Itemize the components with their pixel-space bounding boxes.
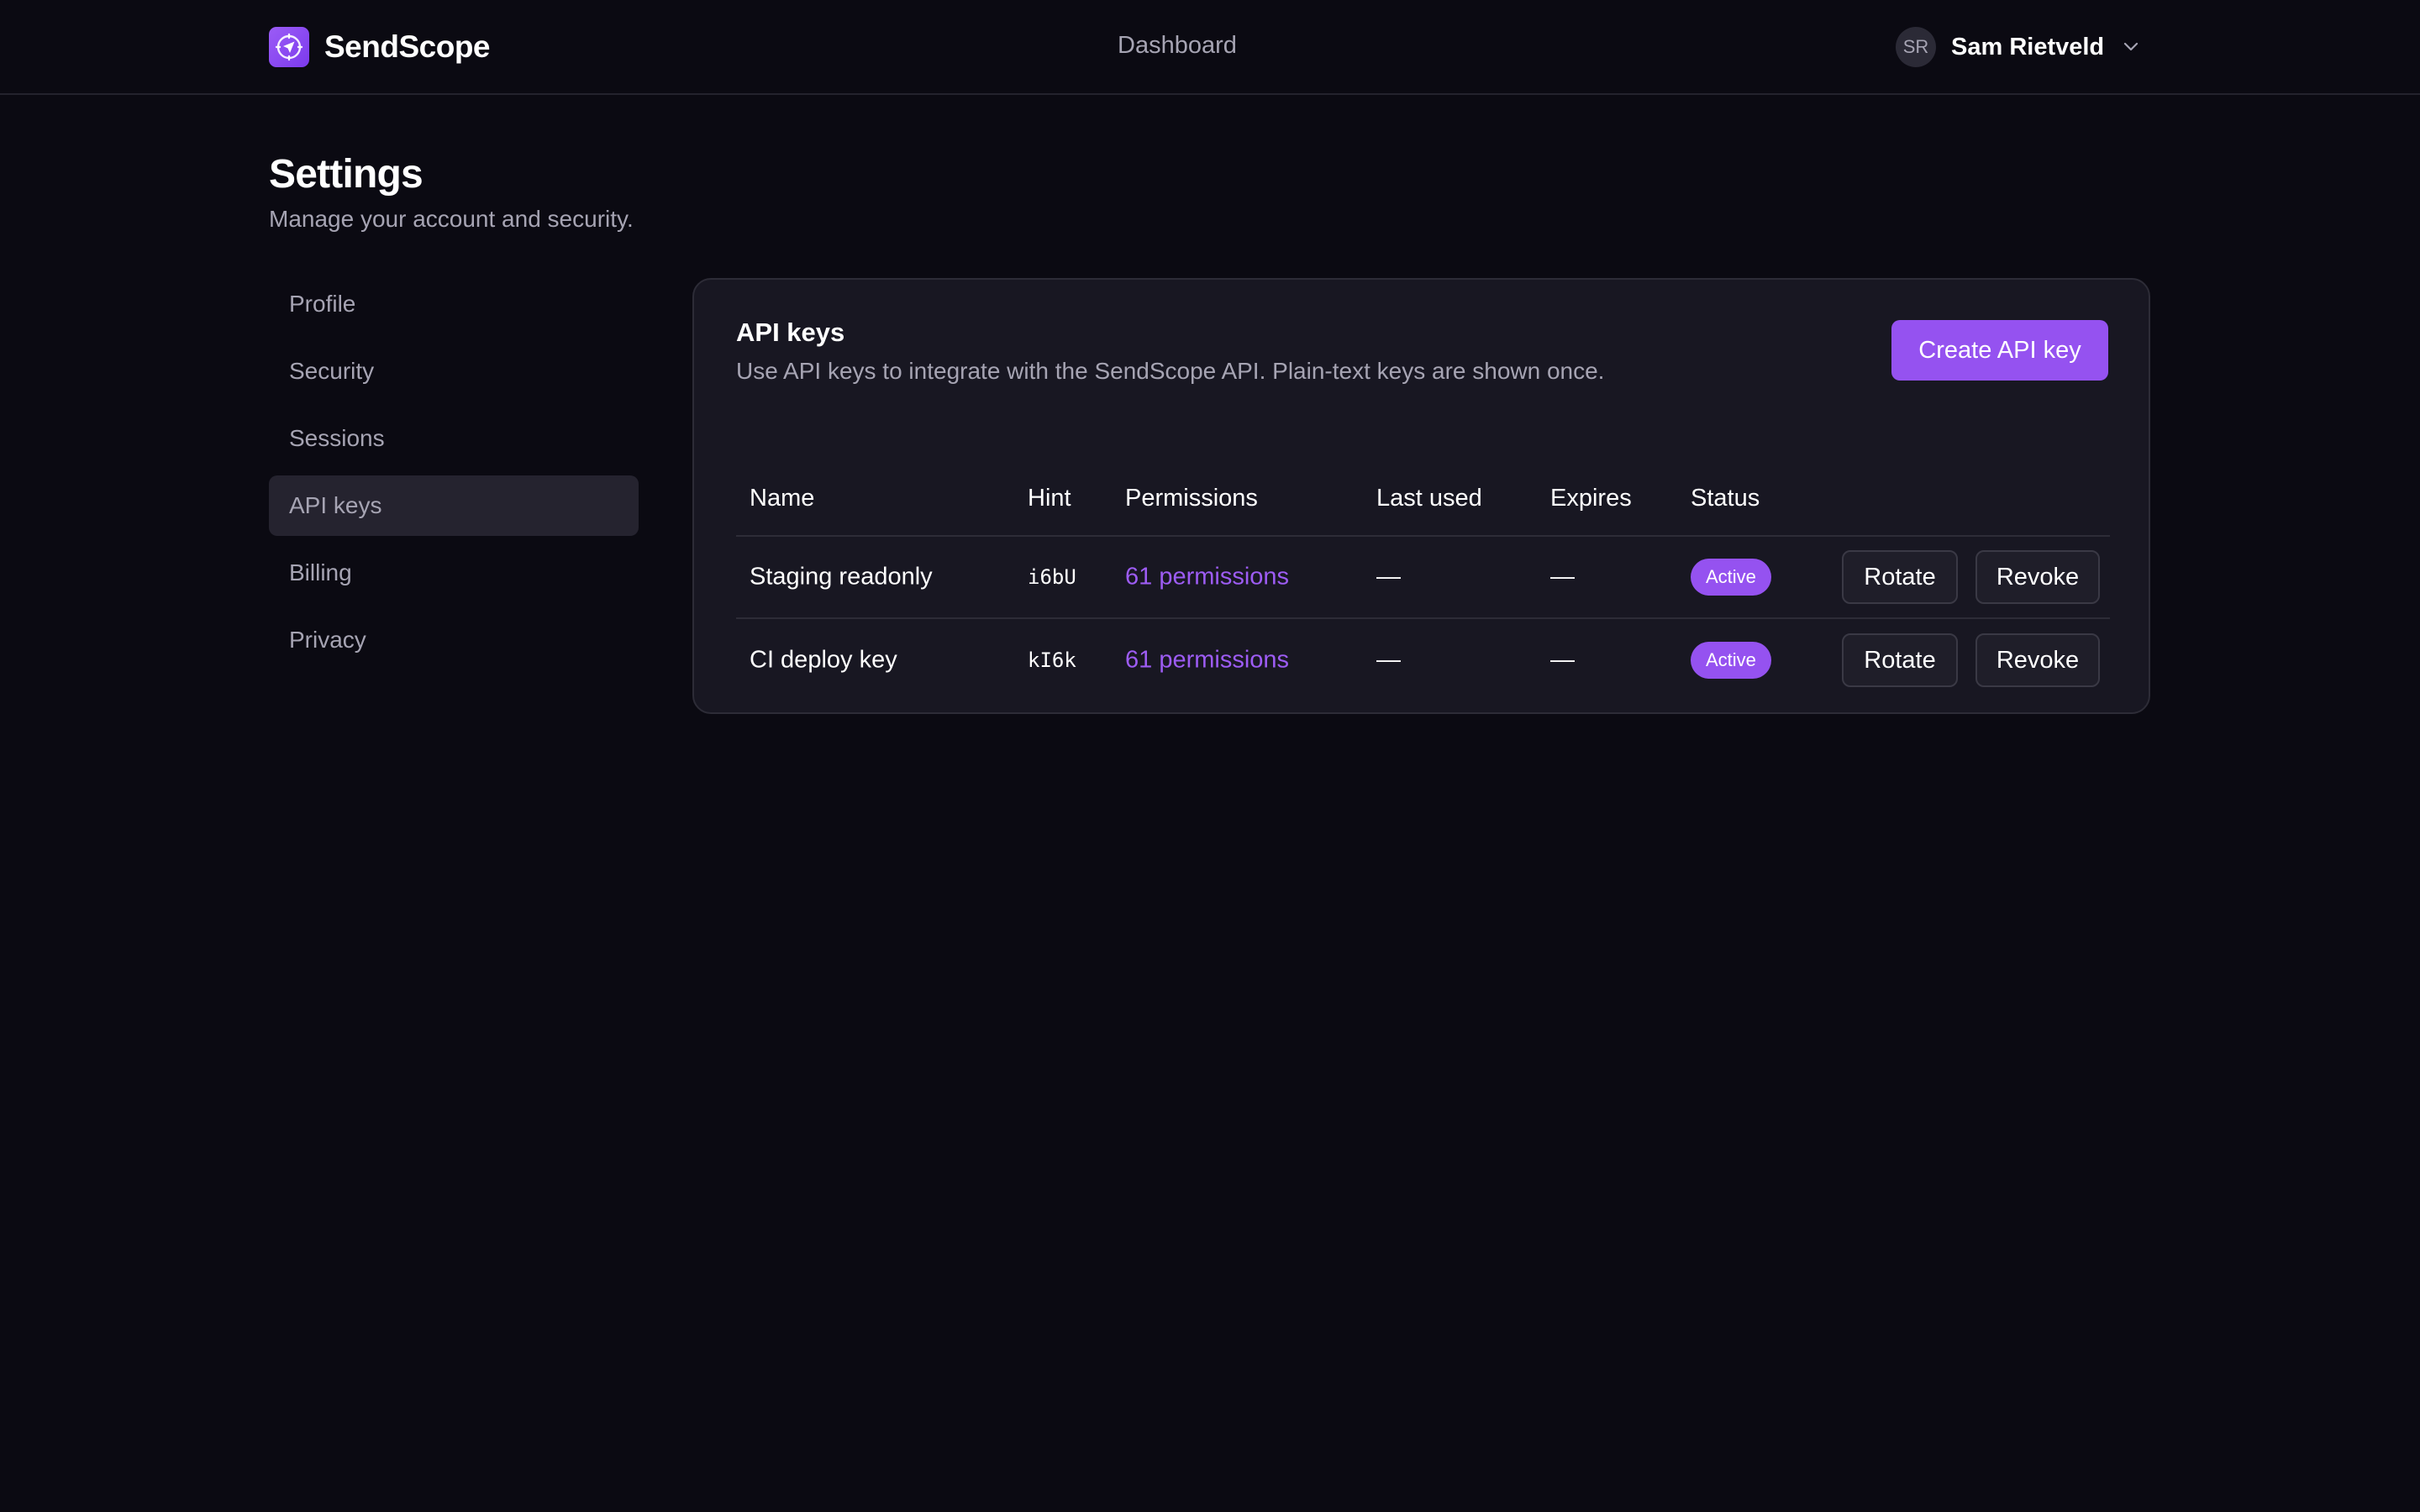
- table-row: Staging readonly i6bU 61 permissions — —…: [736, 537, 2110, 619]
- sidebar-item-api-keys[interactable]: API keys: [269, 475, 639, 536]
- user-menu[interactable]: SR Sam Rietveld: [1896, 27, 2139, 67]
- status-badge: Active: [1691, 642, 1771, 679]
- status-badge: Active: [1691, 559, 1771, 596]
- top-navbar: SendScope Dashboard SR Sam Rietveld: [0, 0, 2420, 95]
- column-header-permissions: Permissions: [1125, 485, 1258, 512]
- last-used-value: —: [1376, 646, 1401, 674]
- permissions-link[interactable]: 61 permissions: [1125, 564, 1289, 591]
- permissions-link[interactable]: 61 permissions: [1125, 647, 1289, 675]
- page-title: Settings: [269, 152, 424, 197]
- expires-value: —: [1550, 646, 1575, 674]
- api-keys-table: Name Hint Permissions Last used Expires …: [736, 456, 2110, 701]
- last-used-value: —: [1376, 563, 1401, 591]
- sidebar-item-profile[interactable]: Profile: [269, 274, 639, 334]
- table-row: CI deploy key kI6k 61 permissions — — Ac…: [736, 619, 2110, 701]
- send-compass-icon: [269, 27, 309, 67]
- key-hint: kI6k: [1028, 648, 1076, 672]
- column-header-last-used: Last used: [1376, 485, 1482, 512]
- user-name: Sam Rietveld: [1951, 33, 2105, 60]
- page-subtitle: Manage your account and security.: [269, 206, 634, 232]
- card-description: Use API keys to integrate with the SendS…: [736, 358, 1605, 384]
- column-header-status: Status: [1691, 485, 1760, 512]
- table-header: Name Hint Permissions Last used Expires …: [736, 456, 2110, 537]
- sidebar-item-security[interactable]: Security: [269, 341, 639, 402]
- key-hint: i6bU: [1028, 565, 1076, 589]
- rotate-button[interactable]: Rotate: [1842, 633, 1958, 687]
- brand-name: SendScope: [324, 29, 491, 64]
- key-name: CI deploy key: [750, 646, 897, 674]
- sidebar-item-billing[interactable]: Billing: [269, 543, 639, 603]
- chevron-down-icon: [2123, 42, 2139, 52]
- sidebar-item-sessions[interactable]: Sessions: [269, 408, 639, 469]
- expires-value: —: [1550, 563, 1575, 591]
- key-name: Staging readonly: [750, 563, 933, 591]
- avatar: SR: [1896, 27, 1936, 67]
- sidebar-item-privacy[interactable]: Privacy: [269, 610, 639, 670]
- brand-logo[interactable]: SendScope: [269, 27, 491, 67]
- nav-link-dashboard[interactable]: Dashboard: [1118, 32, 1237, 60]
- column-header-hint: Hint: [1028, 485, 1071, 512]
- api-keys-card: API keys Use API keys to integrate with …: [692, 278, 2150, 714]
- rotate-button[interactable]: Rotate: [1842, 550, 1958, 604]
- settings-sidebar: Profile Security Sessions API keys Billi…: [269, 274, 639, 677]
- column-header-expires: Expires: [1550, 485, 1632, 512]
- revoke-button[interactable]: Revoke: [1975, 550, 2100, 604]
- column-header-name: Name: [750, 485, 815, 512]
- card-title: API keys: [736, 318, 845, 347]
- create-api-key-button[interactable]: Create API key: [1891, 320, 2108, 381]
- revoke-button[interactable]: Revoke: [1975, 633, 2100, 687]
